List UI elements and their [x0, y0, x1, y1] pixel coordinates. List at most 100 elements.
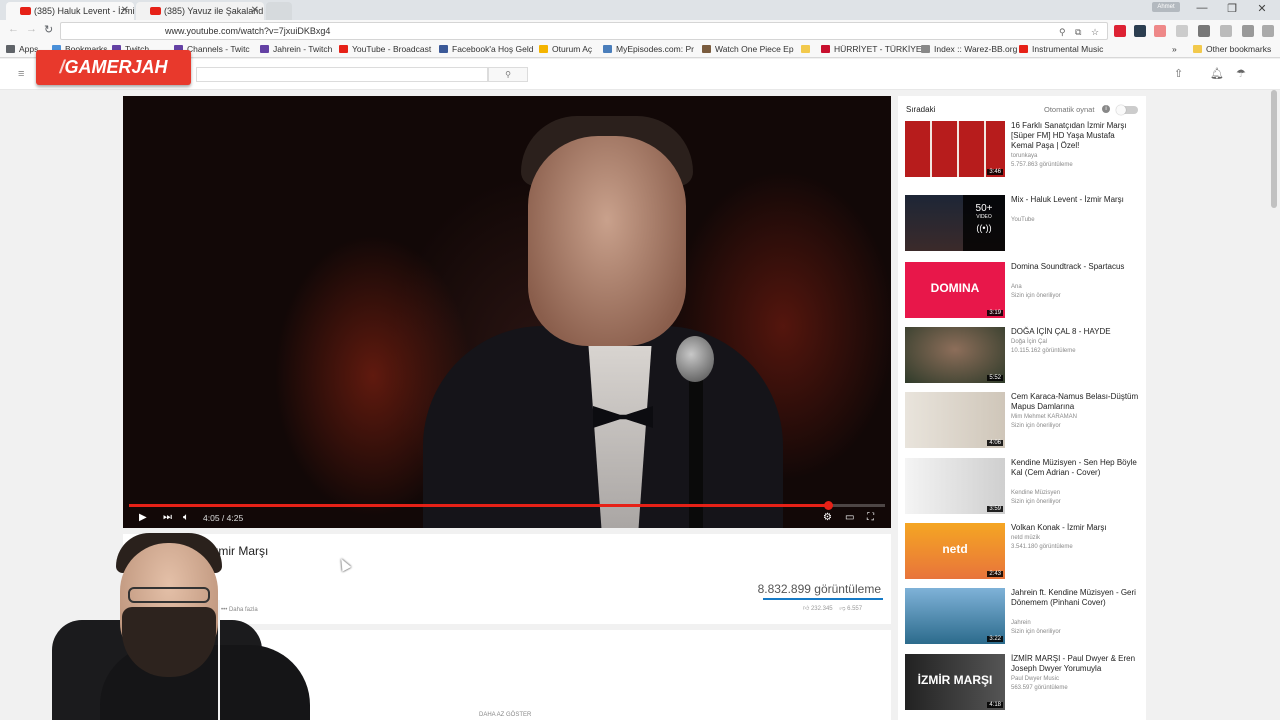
recommended-video[interactable]: 3:46 16 Farklı Sanatçıdan İzmir Marşı [Sü… [905, 121, 1145, 179]
video-meta: Sizin için öneriliyor [1011, 423, 1061, 429]
channel-name: YouTube [1011, 217, 1035, 223]
recommended-video-title[interactable]: Kendine Müzisyen - Sen Hep Böyle Kal (Ce… [1011, 458, 1139, 478]
bookmark-item[interactable]: Watch One Piece Ep [702, 44, 794, 54]
bookmark-label: Oturum Aç [552, 44, 593, 54]
recommended-video-title[interactable]: Domina Soundtrack - Spartacus [1011, 262, 1139, 272]
bookmark-label: Jahrein - Twitch [273, 44, 333, 54]
recommended-video[interactable]: 50+ VIDEO ((•)) Mix - Haluk Levent - İzmir … [905, 195, 1145, 253]
video-thumbnail[interactable]: netd 2:43 [905, 523, 1005, 579]
notifications-icon[interactable]: 🔔︎ [1210, 67, 1224, 80]
page-scrollbar[interactable] [1270, 90, 1278, 720]
bookmark-item[interactable]: HÜRRİYET - TÜRKİYE [821, 44, 922, 54]
video-duration: 2:43 [987, 571, 1003, 577]
new-tab-button[interactable] [266, 2, 292, 20]
bookmark-label: Index :: Warez-BB.org [934, 44, 1018, 54]
fullscreen-icon[interactable]: ⛶ [867, 512, 874, 523]
search-input[interactable] [196, 67, 488, 82]
close-tab-icon[interactable]: ✕ [121, 5, 129, 16]
recommended-video-title[interactable]: DOĞA İÇİN ÇAL 8 - HAYDE [1011, 327, 1139, 337]
theater-mode-icon[interactable]: ▭ [845, 512, 854, 523]
address-bar[interactable]: www.youtube.com/watch?v=7jxuiDKBxg4 ⚲ ⧉ … [60, 22, 1108, 40]
search-icon[interactable]: ⚲ [1059, 27, 1066, 38]
progress-bar[interactable] [129, 501, 885, 510]
extension-icon[interactable] [1114, 25, 1126, 37]
extension-icon[interactable] [1242, 25, 1254, 37]
recommended-video-title[interactable]: 16 Farklı Sanatçıdan İzmir Marşı [Süper … [1011, 121, 1139, 151]
account-icon[interactable]: ☂ [1236, 67, 1246, 80]
recommended-video[interactable]: İZMİR MARŞI 4:18 İZMİR MARŞI - Paul Dwyer … [905, 654, 1145, 712]
other-bookmarks[interactable]: Other bookmarks [1193, 44, 1271, 54]
extension-icon[interactable] [1198, 25, 1210, 37]
play-icon[interactable]: ▶ [139, 512, 147, 523]
mix-label: VIDEO [976, 214, 992, 220]
facebook-icon [439, 45, 448, 53]
dislike-icon[interactable]: 👎︎ [839, 606, 845, 612]
scrollbar-thumb[interactable] [1271, 90, 1277, 208]
recommended-video[interactable]: 5:52 DOĞA İÇİN ÇAL 8 - HAYDE Doğa İçin Çal… [905, 327, 1145, 385]
bookmark-item[interactable]: Jahrein - Twitch [260, 44, 332, 54]
browser-tab[interactable]: (385) Yavuz ile Şakalandı ✕ [136, 2, 264, 20]
settings-icon[interactable]: ⚙ [823, 512, 832, 523]
recommended-video-title[interactable]: İZMİR MARŞI - Paul Dwyer & Eren Joseph D… [1011, 654, 1139, 674]
minimize-icon[interactable]: — [1188, 2, 1216, 14]
extension-icon[interactable] [1220, 25, 1232, 37]
video-thumbnail[interactable]: 4:06 [905, 392, 1005, 448]
bookmark-label: YouTube - Broadcast [352, 44, 432, 54]
video-thumbnail[interactable]: 3:46 [905, 121, 1005, 177]
browser-tab-active[interactable]: (385) Haluk Levent - İzmi ✕ [6, 2, 134, 20]
bookmark-item[interactable]: MyEpisodes.com: Pr [603, 44, 694, 54]
recommended-video[interactable]: DOMINA 3:19 Domina Soundtrack - Spartacus A… [905, 262, 1145, 320]
close-window-icon[interactable]: ✕ [1248, 2, 1276, 15]
like-icon[interactable]: 👍︎ [803, 606, 809, 612]
extension-icon[interactable] [1154, 25, 1166, 37]
video-thumbnail[interactable]: 5:52 [905, 327, 1005, 383]
video-thumbnail[interactable]: İZMİR MARŞI 4:18 [905, 654, 1005, 710]
translate-icon[interactable]: ⧉ [1075, 27, 1081, 38]
restore-icon[interactable]: ❐ [1218, 2, 1246, 15]
bookmark-item[interactable]: Index :: Warez-BB.org [921, 44, 1017, 54]
bookmark-star-icon[interactable]: ☆ [1091, 27, 1099, 38]
guide-menu-icon[interactable]: ≡ [18, 68, 24, 80]
video-thumbnail[interactable]: 3:22 [905, 588, 1005, 644]
warez-icon [921, 45, 930, 53]
recommended-video[interactable]: 4:06 Cem Karaca-Namus Belası-Düştüm Mapus… [905, 392, 1145, 450]
volume-icon[interactable]: 🔈︎ [183, 512, 189, 523]
recommended-video[interactable]: 3:59 Kendine Müzisyen - Sen Hep Böyle Kal… [905, 458, 1145, 516]
reload-icon[interactable]: ↻ [44, 23, 53, 36]
bookmark-item[interactable]: Facebook'a Hoş Geld [439, 44, 533, 54]
search-button[interactable]: ⚲ [488, 67, 528, 82]
next-icon[interactable]: ⏭ [163, 512, 172, 523]
video-player[interactable]: ▶ ⏭ 🔈︎ 4:05 / 4:25 ⚙ ▭ ⛶ [123, 96, 891, 528]
bookmark-apps[interactable]: Apps [6, 44, 38, 54]
menu-icon[interactable] [1262, 25, 1274, 37]
up-next-label: Sıradaki [906, 105, 936, 114]
recommended-video-title[interactable]: Cem Karaca-Namus Belası-Düştüm Mapus Dam… [1011, 392, 1139, 412]
folder-icon [801, 45, 810, 53]
recommended-video-title[interactable]: Mix - Haluk Levent - İzmir Marşı [1011, 195, 1139, 205]
video-thumbnail[interactable]: 3:59 [905, 458, 1005, 514]
info-icon[interactable]: i [1102, 105, 1110, 113]
youtube-icon [20, 7, 31, 15]
bookmark-item[interactable]: Oturum Aç [539, 44, 592, 54]
video-thumbnail[interactable]: DOMINA 3:19 [905, 262, 1005, 318]
bookmarks-overflow-icon[interactable]: » [1172, 44, 1177, 54]
back-icon[interactable]: ← [8, 23, 19, 35]
bookmark-item[interactable]: YouTube - Broadcast [339, 44, 431, 54]
extension-icon[interactable] [1176, 25, 1188, 37]
earphone-cable [218, 600, 220, 720]
logo-text: GAMERJAH [64, 57, 168, 77]
thumbnail-text: İZMİR MARŞI [917, 673, 993, 687]
upload-icon[interactable]: ⇧ [1174, 67, 1183, 80]
profile-button[interactable]: Ahmet [1152, 2, 1180, 12]
show-less-button[interactable]: DAHA AZ GÖSTER [479, 712, 531, 718]
extension-icon[interactable] [1134, 25, 1146, 37]
recommended-video-title[interactable]: Jahrein ft. Kendine Müzisyen - Geri Döne… [1011, 588, 1139, 608]
close-tab-icon[interactable]: ✕ [251, 5, 259, 16]
recommended-video-title[interactable]: Volkan Konak - İzmir Marşı [1011, 523, 1139, 533]
forward-icon[interactable]: → [26, 23, 37, 35]
autoplay-toggle[interactable] [1116, 105, 1138, 115]
recommended-video[interactable]: 3:22 Jahrein ft. Kendine Müzisyen - Geri … [905, 588, 1145, 646]
bookmark-item[interactable]: Instrumental Music [1019, 44, 1103, 54]
video-thumbnail[interactable]: 50+ VIDEO ((•)) [905, 195, 1005, 251]
recommended-video[interactable]: netd 2:43 Volkan Konak - İzmir Marşı netd m… [905, 523, 1145, 581]
